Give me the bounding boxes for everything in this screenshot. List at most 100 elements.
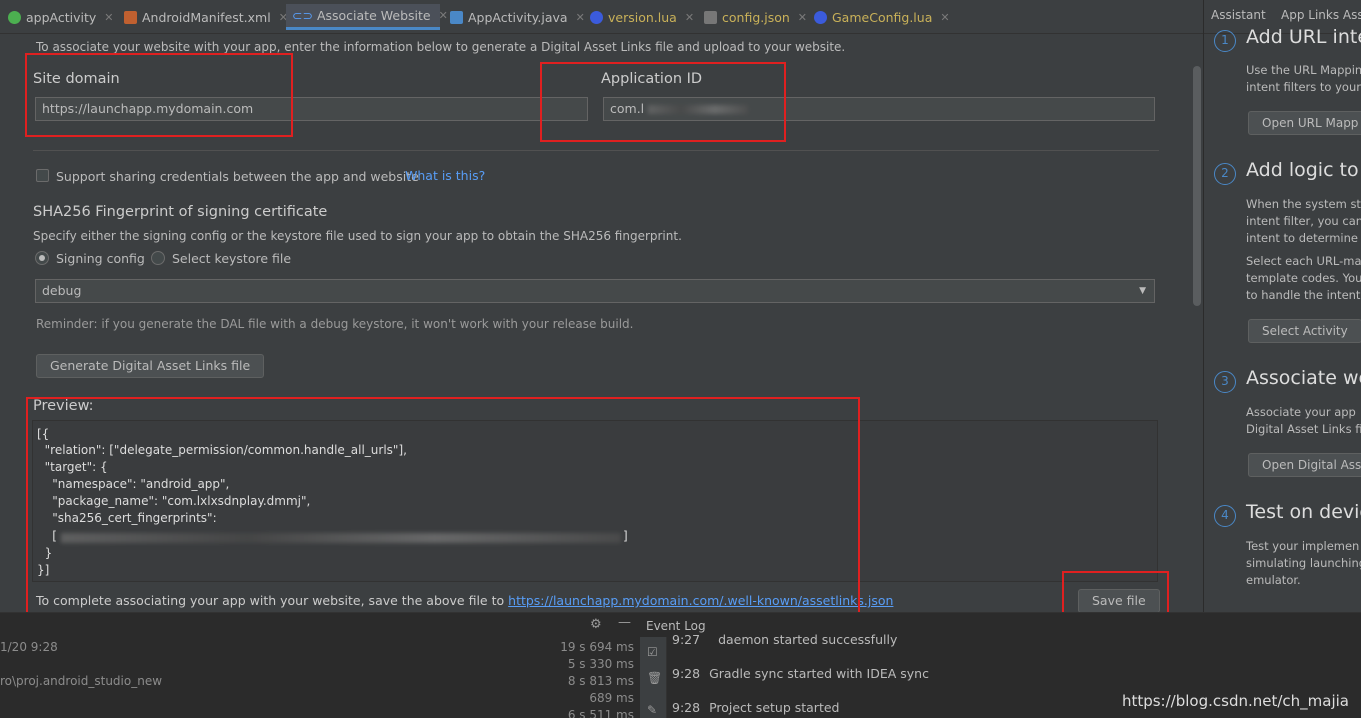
tab-appactivity-java[interactable]: AppActivity.java ✕ xyxy=(444,4,591,30)
step-text: intent to determine y xyxy=(1246,231,1361,245)
tab-label: appActivity xyxy=(26,9,97,25)
log-message: daemon started successfully xyxy=(718,632,898,647)
signing-config-value: debug xyxy=(42,283,82,298)
generate-dal-button[interactable]: Generate Digital Asset Links file xyxy=(36,354,265,378)
log-message: Gradle sync started with IDEA sync xyxy=(709,666,929,681)
wrench-icon[interactable]: ✎ xyxy=(647,703,657,717)
java-file-icon xyxy=(450,10,463,24)
keystore-file-radio[interactable] xyxy=(151,251,165,265)
step-text: Test your implemen xyxy=(1246,539,1360,553)
tab-appactivity[interactable]: appActivity ✕ xyxy=(2,4,120,30)
log-time: 9:28 xyxy=(672,666,701,681)
gear-icon[interactable]: ⚙ xyxy=(590,617,602,632)
log-entry: 9:28 Project setup started xyxy=(672,700,839,715)
step-text: intent filter, you can xyxy=(1246,214,1361,228)
signing-config-radio[interactable] xyxy=(35,251,49,265)
assistant-panel: Assistant App Links Ass 1 Add URL inten … xyxy=(1203,0,1361,612)
tab-androidmanifest[interactable]: AndroidManifest.xml ✕ xyxy=(118,4,294,30)
log-entry: 9:27 daemon started successfully xyxy=(672,632,897,647)
tab-label: version.lua xyxy=(608,9,677,25)
log-entry: 9:28 Gradle sync started with IDEA sync xyxy=(672,666,929,681)
tab-label: GameConfig.lua xyxy=(832,9,933,25)
intro-text: To associate your website with your app,… xyxy=(36,40,846,54)
build-time: 689 ms xyxy=(589,691,634,705)
step-number: 2 xyxy=(1214,163,1236,185)
share-credentials-checkbox[interactable] xyxy=(36,169,49,182)
step-text: template codes. You xyxy=(1246,271,1361,285)
step-title: Add URL inten xyxy=(1246,26,1361,48)
step-text: Use the URL Mappin xyxy=(1246,63,1361,77)
step-title: Associate web xyxy=(1246,367,1361,389)
editor-tab-bar: appActivity ✕ AndroidManifest.xml ✕ ⊂⊃ A… xyxy=(0,0,1203,34)
sha-description: Specify either the signing config or the… xyxy=(33,229,682,243)
build-panel: ⚙ — 1/20 9:28 ro\proj.android_studio_new… xyxy=(0,612,640,718)
tab-label: AppActivity.java xyxy=(468,9,568,25)
step-text: Associate your app xyxy=(1246,405,1356,419)
what-is-this-link[interactable]: What is this? xyxy=(405,168,485,183)
step-title: Test on device xyxy=(1246,501,1361,523)
log-time: 9:28 xyxy=(672,700,701,715)
tab-gameconfig-lua[interactable]: GameConfig.lua ✕ xyxy=(808,4,956,30)
link-icon: ⊂⊃ xyxy=(292,8,313,23)
minimize-icon[interactable]: — xyxy=(618,615,631,630)
tab-label: Associate Website xyxy=(316,8,431,23)
json-file-icon xyxy=(704,10,717,24)
tab-app-links-assistant[interactable]: App Links Ass xyxy=(1281,8,1361,22)
close-icon[interactable]: ✕ xyxy=(104,11,113,24)
step-title: Add logic to h xyxy=(1246,159,1361,181)
close-icon[interactable]: ✕ xyxy=(798,11,807,24)
build-date: 1/20 9:28 xyxy=(0,640,58,654)
trash-icon[interactable]: 🗑 xyxy=(647,671,662,685)
open-digital-asset-links-button[interactable]: Open Digital Asse xyxy=(1248,453,1361,477)
share-credentials-label: Support sharing credentials between the … xyxy=(56,169,419,184)
log-message: Project setup started xyxy=(709,700,840,715)
step-text: emulator. xyxy=(1246,573,1301,587)
signing-config-select[interactable]: debug ▼ xyxy=(35,279,1155,303)
step-text: to handle the intent xyxy=(1246,288,1361,302)
step-text: simulating launching xyxy=(1246,556,1361,570)
chevron-down-icon: ▼ xyxy=(1139,286,1146,296)
vertical-scrollbar[interactable] xyxy=(1193,66,1201,306)
watermark-text: https://blog.csdn.net/ch_majia xyxy=(1121,692,1349,710)
tab-label: AndroidManifest.xml xyxy=(142,9,271,25)
select-activity-button[interactable]: Select Activity xyxy=(1248,319,1361,343)
highlight-box xyxy=(26,397,860,622)
tab-label: config.json xyxy=(722,9,790,25)
step-number: 4 xyxy=(1214,505,1236,527)
step-text: intent filters to your xyxy=(1246,80,1361,94)
build-time: 5 s 330 ms xyxy=(567,657,634,671)
tab-config-json[interactable]: config.json ✕ xyxy=(698,4,813,30)
tab-associate-website[interactable]: ⊂⊃ Associate Website ✕ xyxy=(286,4,448,30)
manifest-icon xyxy=(124,10,137,24)
android-class-icon xyxy=(8,10,21,24)
event-log-title: Event Log xyxy=(646,619,706,633)
sha-section-title: SHA256 Fingerprint of signing certificat… xyxy=(33,204,328,220)
event-log-panel: Event Log ☑ 🗑 ✎ 9:27 daemon started succ… xyxy=(640,612,1361,718)
open-url-mapping-button[interactable]: Open URL Mapp xyxy=(1248,111,1361,135)
step-text: Select each URL-ma xyxy=(1246,254,1361,268)
build-time: 19 s 694 ms xyxy=(560,640,634,654)
build-time: 8 s 813 ms xyxy=(567,674,634,688)
log-time: 9:27 xyxy=(672,632,701,647)
step-text: When the system sta xyxy=(1246,197,1361,211)
project-path: ro\proj.android_studio_new xyxy=(0,674,163,688)
step-number: 1 xyxy=(1214,30,1236,52)
keystore-file-label: Select keystore file xyxy=(172,251,292,266)
highlight-box xyxy=(540,62,786,142)
event-log-toolbar: ☑ 🗑 ✎ xyxy=(640,637,667,718)
step-text: Digital Asset Links fi xyxy=(1246,422,1361,436)
lua-file-icon xyxy=(814,10,827,24)
separator xyxy=(33,150,1159,151)
lua-file-icon xyxy=(590,10,603,24)
step-number: 3 xyxy=(1214,371,1236,393)
tab-assistant[interactable]: Assistant xyxy=(1211,8,1266,22)
close-icon[interactable]: ✕ xyxy=(940,11,949,24)
signing-config-label: Signing config xyxy=(56,251,145,266)
close-icon[interactable]: ✕ xyxy=(685,11,694,24)
mark-read-icon[interactable]: ☑ xyxy=(647,645,658,659)
build-time: 6 s 511 ms xyxy=(567,708,634,718)
highlight-box xyxy=(25,53,293,137)
debug-reminder: Reminder: if you generate the DAL file w… xyxy=(36,317,634,331)
associate-website-panel: To associate your website with your app,… xyxy=(0,34,1203,624)
tab-version-lua[interactable]: version.lua ✕ xyxy=(584,4,700,30)
